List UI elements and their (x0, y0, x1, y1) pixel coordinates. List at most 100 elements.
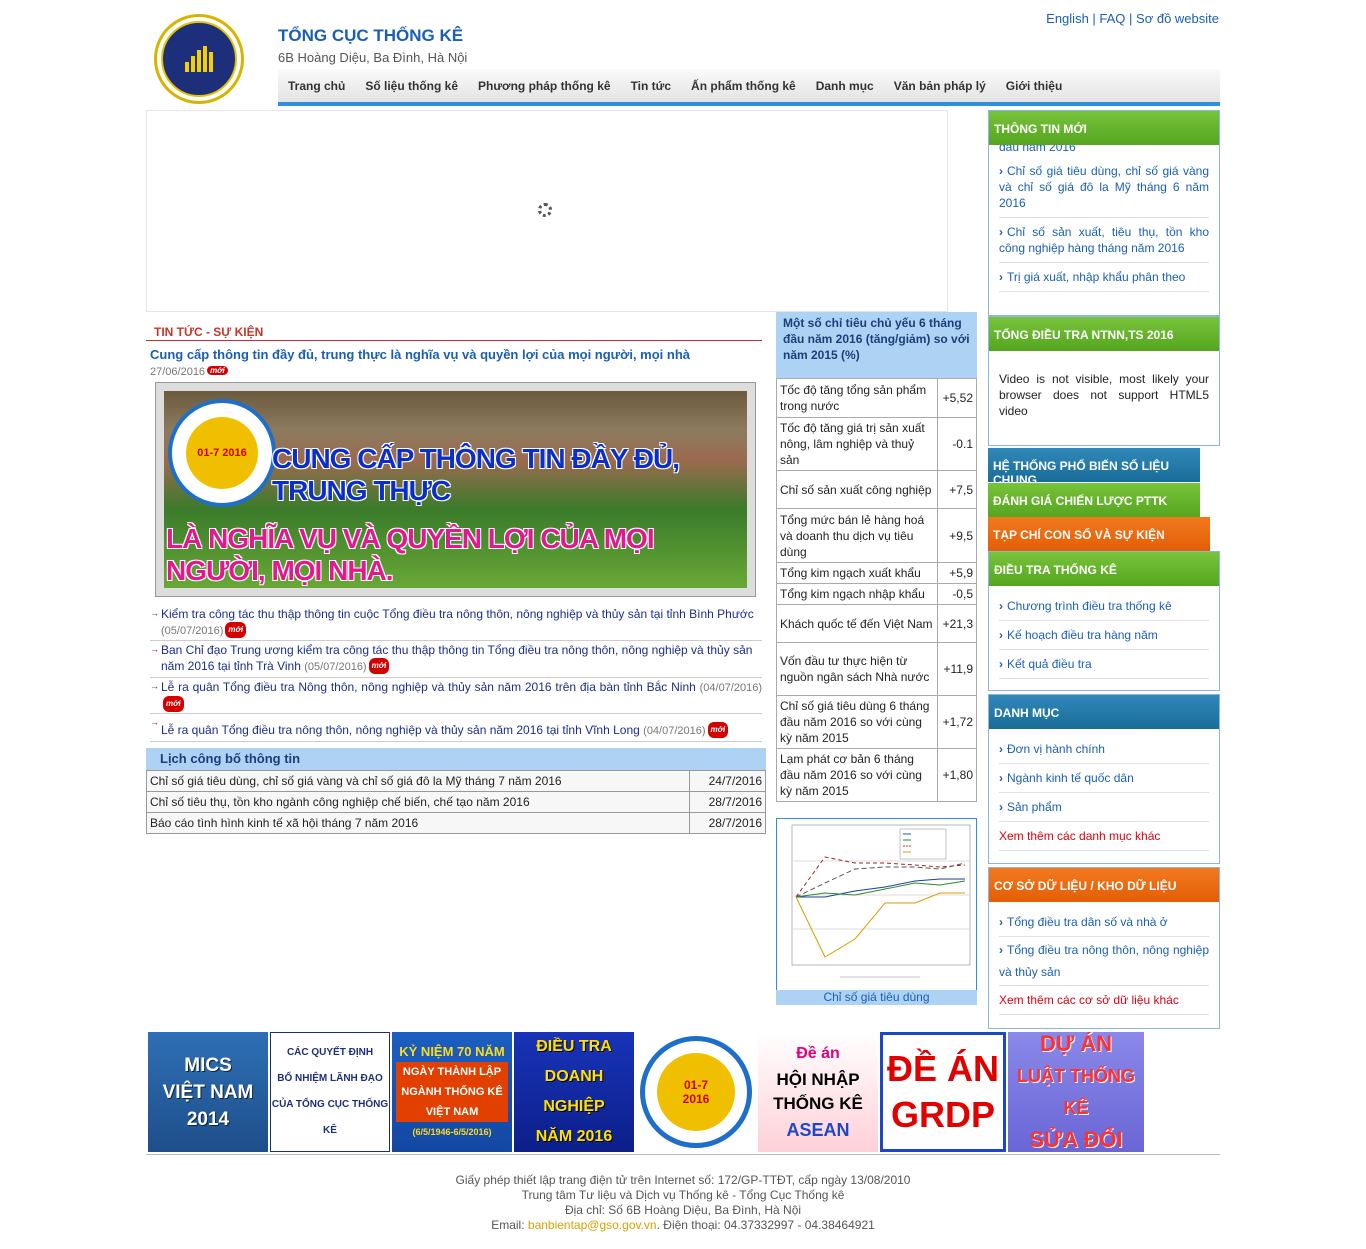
cpi-chart-thumbnail[interactable] (776, 818, 977, 1005)
calendar-item-title[interactable]: Chỉ số tiêu thụ, tồn kho ngành công nghi… (146, 791, 690, 813)
calendar-item-title[interactable]: Báo cáo tình hình kinh tế xã hội tháng 7… (146, 812, 690, 834)
nav-about[interactable]: Giới thiệu (1006, 79, 1063, 93)
chevron-right-icon: › (999, 915, 1003, 929)
enterprise-survey-banner[interactable]: ĐIỀU TRA DOANH NGHIỆP NĂM 2016 (514, 1032, 634, 1152)
list-item[interactable]: › Chỉ số sản xuất, tiêu thụ, tồn kho công… (999, 218, 1209, 263)
site-title[interactable]: TỔNG CỤC THỐNG KÊ (278, 26, 463, 46)
news-item[interactable]: Lễ ra quân Tổng điều tra Nông thôn, nông… (150, 678, 762, 714)
list-item-label[interactable]: Tổng điều tra nông thôn, nông nghiệp và … (999, 943, 1209, 979)
list-item[interactable]: › Đơn vị hành chính (999, 735, 1209, 764)
leadership-decisions-banner[interactable]: CÁC QUYẾT ĐỊNH BỔ NHIỆM LÃNH ĐẠO CỦA TỔNG … (270, 1032, 390, 1152)
nav-news[interactable]: Tin tức (631, 79, 671, 93)
new-badge: mới (368, 658, 390, 674)
bar-chart-icon (185, 46, 213, 72)
strategy-evaluation-link[interactable]: ĐÁNH GIÁ CHIẾN LƯỢC PTTK (988, 483, 1200, 517)
indicators-table: Tốc độ tăng tổng sản phẩm trong nước +5,5… (776, 378, 977, 802)
indicator-value: -0,5 (937, 583, 977, 605)
news-item-title[interactable]: Lễ ra quân Tổng điều tra Nông thôn, nông… (161, 680, 696, 694)
magazine-link[interactable]: TẠP CHÍ CON SỐ VÀ SỰ KIỆN (988, 517, 1210, 551)
footer-contact: Email: banbientap@gso.gov.vn. Điện thoại… (146, 1218, 1220, 1233)
featured-news-title[interactable]: Cung cấp thông tin đầy đủ, trung thực là… (150, 347, 765, 362)
indicator-label: Chỉ số giá tiêu dùng 6 tháng đầu năm 201… (776, 695, 938, 749)
database-list: › Tổng điều tra dân số và nhà ở › Tổng điề… (989, 902, 1219, 1015)
top-links: English | FAQ | Sơ đồ website (1046, 11, 1219, 26)
news-item-title[interactable]: Kiểm tra công tác thu thập thông tin cuộ… (161, 607, 754, 621)
asean-integration-banner[interactable]: Đề án HỘI NHẬP THỐNG KÊ ASEAN (758, 1032, 878, 1152)
chevron-right-icon: › (999, 943, 1003, 957)
news-item-date: (05/07/2016) (161, 625, 224, 637)
list-item-label[interactable]: Sản phẩm (1007, 800, 1062, 814)
news-item-date: (04/07/2016) (699, 682, 762, 694)
indicator-value: +1,72 (937, 695, 977, 749)
mics-banner[interactable]: MICS VIỆT NAM 2014 (148, 1032, 268, 1152)
agriculture-census-banner[interactable]: 01-7 2016 (636, 1032, 756, 1152)
footer-address: Địa chỉ: Số 6B Hoàng Diệu, Ba Đình, Hà N… (564, 1203, 802, 1217)
table-row[interactable]: Báo cáo tình hình kinh tế xã hội tháng 7… (146, 812, 766, 834)
statistics-law-banner[interactable]: DỰ ÁN LUẬT THỐNG KÊ SỬA ĐỔI (1008, 1032, 1144, 1152)
grdp-banner[interactable]: ĐỀ ÁN GRDP (880, 1032, 1006, 1152)
banner-text: Đề án (796, 1045, 840, 1062)
indicator-value: +1,80 (937, 748, 977, 802)
list-item[interactable]: › Trị giá xuất, nhập khẩu phân theo (999, 263, 1209, 292)
nav-statistics[interactable]: Số liệu thống kê (365, 79, 458, 93)
table-row[interactable]: Chỉ số giá tiêu dùng, chỉ số giá vàng và… (146, 770, 766, 792)
table-row: Khách quốc tế đến Việt Nam +21,3 (776, 604, 977, 643)
date-text: 27/06/2016 (150, 366, 206, 378)
table-row: Tổng kim ngạch nhập khẩu -0,5 (776, 583, 977, 605)
news-item[interactable]: Ban Chỉ đạo Trung ương kiểm tra công tác… (150, 641, 762, 678)
featured-news-date: 27/06/2016 mới (150, 366, 228, 378)
list-item-label[interactable]: Ngành kinh tế quốc dân (1007, 771, 1134, 785)
news-item-title[interactable]: Ban Chỉ đạo Trung ương kiểm tra công tác… (161, 643, 752, 673)
list-item-label[interactable]: Chương trình điều tra thống kê (1007, 599, 1172, 613)
list-item[interactable]: › Chương trình điều tra thống kê (999, 592, 1209, 621)
nav-methodology[interactable]: Phương pháp thống kê (478, 79, 611, 93)
sitemap-link[interactable]: Sơ đồ website (1136, 11, 1219, 26)
calendar-item-date: 28/7/2016 (689, 812, 766, 834)
faq-link[interactable]: FAQ (1099, 11, 1125, 26)
data-dissemination-link[interactable]: HỆ THỐNG PHỔ BIẾN SỐ LIỆU CHUNG (988, 448, 1200, 487)
catalog-box: DANH MỤC › Đơn vị hành chính › Ngành kinh … (988, 694, 1220, 864)
chevron-right-icon: › (999, 599, 1003, 613)
list-item-label[interactable]: Trị giá xuất, nhập khẩu phân theo (1007, 270, 1185, 284)
database-more-link[interactable]: Xem thêm các cơ sở dữ liệu khác (999, 986, 1209, 1015)
footer-org: Trung tâm Tư liệu và Dịch vụ Thống kê - … (521, 1188, 845, 1202)
list-item-label[interactable]: Kết quả điều tra (1007, 657, 1092, 671)
news-item[interactable]: Kiểm tra công tác thu thập thông tin cuộ… (150, 605, 762, 641)
featured-news-image[interactable]: 01-7 2016 CUNG CẤP THÔNG TIN ĐẦY ĐỦ, TRU… (155, 382, 756, 597)
nav-classifications[interactable]: Danh mục (816, 79, 874, 93)
calendar-item-date: 24/7/2016 (689, 770, 766, 792)
list-item-label[interactable]: Kế hoạch điều tra hàng năm (1007, 628, 1158, 642)
70-years-banner[interactable]: KỶ NIỆM 70 NĂM NGÀY THÀNH LẬP NGÀNH THỐNG… (392, 1032, 512, 1152)
indicator-label: Tốc độ tăng tổng sản phẩm trong nước (776, 378, 938, 418)
list-item[interactable]: › Ngành kinh tế quốc dân (999, 764, 1209, 793)
indicator-value: +11,9 (937, 642, 977, 696)
list-item[interactable]: › Tổng điều tra dân số và nhà ở (999, 908, 1209, 937)
site-logo[interactable] (154, 14, 244, 104)
list-item-label[interactable]: Đơn vị hành chính (1007, 742, 1105, 756)
site-address: 6B Hoàng Diệu, Ba Đình, Hà Nội (278, 50, 468, 65)
nav-publications[interactable]: Ấn phẩm thống kê (691, 79, 796, 93)
list-item[interactable]: › Sản phẩm (999, 793, 1209, 822)
chevron-right-icon: › (999, 657, 1003, 671)
list-item[interactable]: › Chỉ số giá tiêu dùng, chỉ số giá vàng v… (999, 157, 1209, 218)
news-item-title[interactable]: Lễ ra quân Tổng điều tra nông thôn, nông… (161, 723, 640, 737)
catalog-list: › Đơn vị hành chính › Ngành kinh tế quốc d… (989, 729, 1219, 851)
indicator-value: +9,5 (937, 508, 977, 563)
list-item-label[interactable]: Chỉ số sản xuất, tiêu thụ, tồn kho công … (999, 225, 1209, 255)
nav-legal-documents[interactable]: Văn bản pháp lý (894, 79, 986, 93)
list-item[interactable]: › Kế hoạch điều tra hàng năm (999, 621, 1209, 650)
list-item-label[interactable]: Tổng điều tra dân số và nhà ở (1007, 915, 1168, 929)
nav-home[interactable]: Trang chủ (288, 79, 345, 93)
english-link[interactable]: English (1046, 11, 1089, 26)
calendar-item-title[interactable]: Chỉ số giá tiêu dùng, chỉ số giá vàng và… (146, 770, 690, 792)
list-item[interactable]: › Kết quả điều tra (999, 650, 1209, 679)
list-item-label[interactable]: Chỉ số giá tiêu dùng, chỉ số giá vàng và… (999, 164, 1209, 210)
banner-text: SỬA ĐỔI (1029, 1127, 1123, 1152)
news-item[interactable]: Lễ ra quân Tổng điều tra nông thôn, nông… (150, 714, 762, 742)
table-row: Tốc độ tăng giá trị sản xuất nông, lâm n… (776, 417, 977, 471)
cpi-chart-caption[interactable]: Chỉ số giá tiêu dùng (776, 990, 977, 1005)
table-row[interactable]: Chỉ số tiêu thụ, tồn kho ngành công nghi… (146, 791, 766, 813)
catalog-more-link[interactable]: Xem thêm các danh mục khác (999, 822, 1209, 851)
email-link[interactable]: banbientap@gso.gov.vn (528, 1218, 657, 1232)
list-item[interactable]: › Tổng điều tra nông thôn, nông nghiệp và… (999, 937, 1209, 986)
